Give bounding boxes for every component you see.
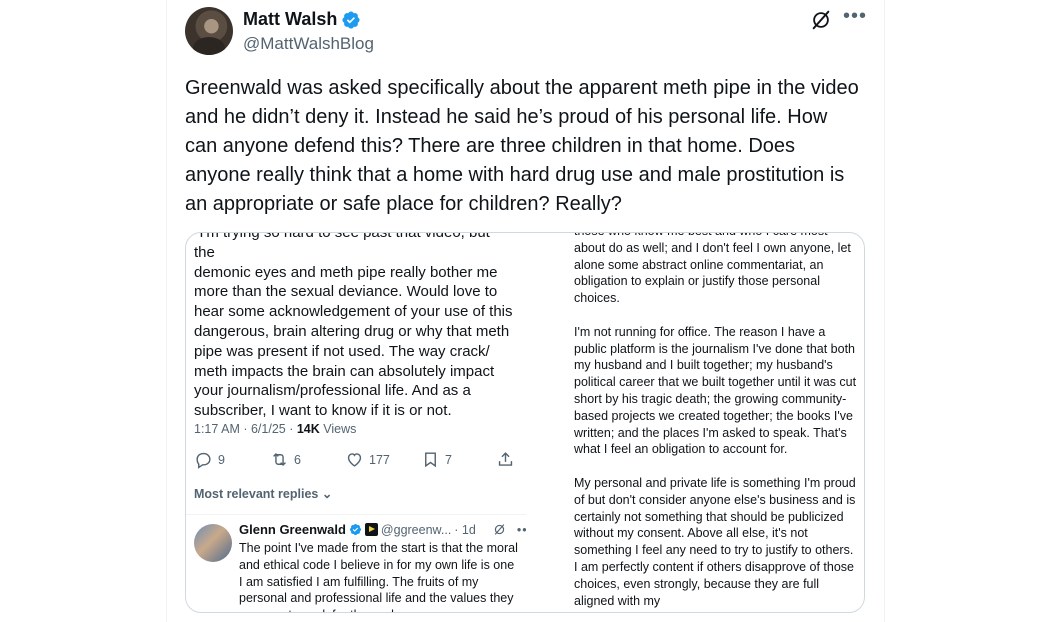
bookmark-icon [425,452,436,468]
screenshot-actions: 9 6 177 7 [194,450,519,470]
reply-divider [186,514,526,515]
column-border-right [884,0,885,622]
tweet-page: Matt Walsh @MattWalshBlog ••• Greenwald … [0,0,1050,622]
repost-count: 6 [294,452,301,467]
most-relevant-label: Most relevant replies [194,487,319,501]
right-paragraph-3: My personal and private life is somethin… [574,475,856,608]
reply-count: 9 [218,452,225,467]
repost-icon [273,452,286,467]
verified-badge-icon [342,10,360,29]
repost-action: 6 [270,450,301,469]
screenshot-meta: 1:17 AM · 6/1/25 · 14K Views [194,422,356,436]
screenshot-text-partial-line: "I'm trying so hard to see past that vid… [194,233,490,261]
reply-icon [196,452,211,469]
column-border-left [166,0,167,622]
screenshot-left[interactable]: "I'm trying so hard to see past that vid… [186,233,526,612]
screenshot-text-body: demonic eyes and meth pipe really bother… [194,263,513,420]
like-action: 177 [345,450,390,469]
tweet-text: Greenwald was asked specifically about t… [185,77,859,215]
bookmark-action: 7 [421,450,452,469]
tweet-media-screenshots[interactable]: "I'm trying so hard to see past that vid… [185,232,865,613]
bookmark-count: 7 [445,452,452,467]
reply-avatar [194,524,232,562]
right-paragraph-1: those who know me best and who I care mo… [574,233,851,306]
share-action [496,450,515,469]
screenshot-timestamp: 1:17 AM · 6/1/25 · [194,422,297,436]
screenshot-views-label: Views [319,422,357,436]
author-avatar[interactable] [185,7,233,55]
reply-more-icon: ••• [516,522,526,537]
more-options-icon[interactable]: ••• [843,6,866,31]
like-count: 177 [369,452,390,467]
author-name-row: Matt Walsh [243,9,361,30]
reply-verified-icon [349,523,361,536]
author-name[interactable]: Matt Walsh [243,9,337,30]
tweet-header: Matt Walsh @MattWalshBlog ••• [185,6,866,56]
author-handle[interactable]: @MattWalshBlog [243,34,374,54]
heart-icon [347,453,362,467]
reply-text: The point I've made from the start is th… [239,541,518,612]
most-relevant-replies: Most relevant replies ⌄ [194,486,332,501]
reply-author-name: Glenn Greenwald [239,522,346,537]
reply-action: 9 [194,450,225,469]
share-icon [498,452,513,466]
screenshot-right[interactable]: those who know me best and who I care mo… [526,233,864,612]
reply-grok-icon [494,524,505,535]
screenshot-quoted-text: "I'm trying so hard to see past that vid… [194,233,514,421]
screenshot-views-count: 14K [296,422,320,436]
screenshot-right-text: those who know me best and who I care mo… [574,233,859,612]
grok-icon[interactable] [810,9,832,31]
rumble-badge-icon [364,523,378,536]
reply-author-handle: @ggreenw... [380,522,452,537]
right-paragraph-2: I'm not running for office. The reason I… [574,324,857,457]
reply-time: · 1d [454,522,476,537]
reply-header: Glenn Greenwald @ggreenw... · 1d ••• [239,522,526,537]
chevron-down-icon: ⌄ [321,487,333,501]
